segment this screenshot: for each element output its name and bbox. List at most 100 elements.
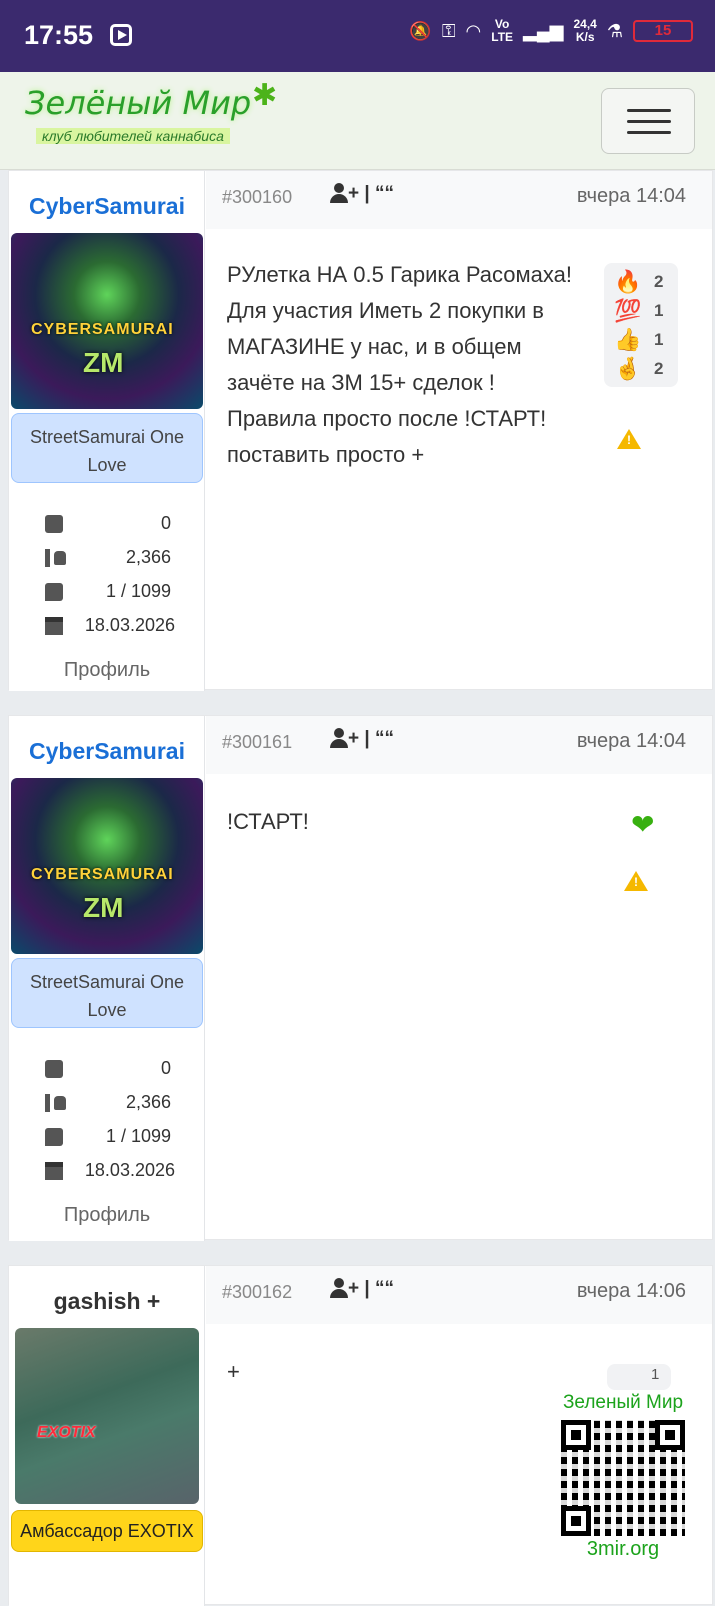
shopping-bag-icon <box>45 1060 63 1078</box>
stat-value: 0 <box>160 1058 171 1078</box>
post-body-text: !СТАРТ! <box>227 809 309 834</box>
stat-value: 18.03.2026 <box>84 1160 175 1180</box>
post-time: вчера 14:04 <box>576 185 686 207</box>
user-stats: 0 2,366 1 / 1099 18.03.2026 <box>45 511 175 647</box>
reactions-box: 🔥 2 💯 1 👍 1 🤞 2 <box>604 263 678 387</box>
avatar-caption: CYBERSAMURAI <box>31 321 174 338</box>
watermark-url: 3mir.org <box>586 1538 660 1560</box>
qr-finder-pattern <box>561 1506 591 1536</box>
report-warning-icon[interactable] <box>617 429 641 449</box>
thumbs-up-emoji-icon: 👍 <box>614 326 642 352</box>
post-time: вчера 14:06 <box>576 1280 686 1302</box>
author-avatar[interactable]: EXOTIX <box>15 1328 199 1504</box>
network-bottom-label: LTE <box>491 30 514 44</box>
post-author-panel: CyberSamurai CYBERSAMURAI ZM StreetSamur… <box>9 171 205 691</box>
stat-value: 1 / 1099 <box>105 1126 171 1146</box>
avatar-logo-text: ZM <box>83 347 124 378</box>
reaction-fire[interactable]: 🔥 2 <box>614 267 678 296</box>
avatar-caption: EXOTIX <box>37 1424 96 1441</box>
speed-unit: K/s <box>575 30 595 44</box>
site-logo-title[interactable]: Зелёный Мир <box>25 84 251 122</box>
wifi-icon: ◠ <box>465 20 482 41</box>
post-time: вчера 14:04 <box>576 730 686 752</box>
network-top-label: Vo <box>494 17 510 31</box>
author-username-link[interactable]: gashish + <box>9 1288 205 1315</box>
author-avatar[interactable]: CYBERSAMURAI ZM <box>11 778 203 954</box>
media-play-icon <box>110 24 132 46</box>
watermark-title: Зеленый Мир <box>562 1392 684 1413</box>
user-stats: 0 2,366 1 / 1099 18.03.2026 <box>45 1056 175 1192</box>
profile-link[interactable]: Профиль <box>9 1204 205 1227</box>
hamburger-icon-bar <box>627 109 671 112</box>
reaction-partial[interactable]: 1 <box>607 1364 671 1390</box>
stat-date: 18.03.2026 <box>45 613 175 647</box>
stat-likes: 2,366 <box>45 545 171 579</box>
stat-purchases: 0 <box>45 1056 171 1090</box>
author-avatar[interactable]: CYBERSAMURAI ZM <box>11 233 203 409</box>
post-actions: + | ““ <box>330 1278 394 1300</box>
stat-messages: 1 / 1099 <box>45 1124 171 1158</box>
avatar-logo-text: ZM <box>83 892 124 923</box>
report-warning-icon[interactable] <box>624 871 648 891</box>
site-watermark: Зеленый Мир 3mir.org <box>553 1392 693 1561</box>
post-header: #300162 + | ““ вчера 14:06 <box>206 1266 712 1324</box>
profile-link[interactable]: Профиль <box>9 659 205 682</box>
status-icons: 🔕 ⚿ ◠ Vo LTE ▂▄▆ 24,4 K/s ⚗ 15 <box>409 18 693 44</box>
crossed-fingers-icon: 🤞 <box>614 355 642 381</box>
post-actions-text[interactable]: + | ““ <box>348 728 394 749</box>
stat-value: 0 <box>160 513 171 533</box>
post-actions-text[interactable]: + | ““ <box>348 183 394 204</box>
post-actions: + | ““ <box>330 728 394 750</box>
battery-indicator: 15 <box>633 20 693 42</box>
stat-value: 1 / 1099 <box>105 581 171 601</box>
speed-value: 24,4 <box>573 17 597 31</box>
user-role-badge: Амбассадор EXOTIX <box>11 1510 203 1552</box>
hamburger-icon-bar <box>627 120 671 123</box>
reaction-thumbs-up[interactable]: 👍 1 <box>614 325 678 354</box>
post-number-link[interactable]: #300160 <box>222 187 292 208</box>
reaction-hundred[interactable]: 💯 1 <box>614 296 678 325</box>
user-role-badge: StreetSamurai One Love <box>11 958 203 1028</box>
thumbs-up-icon <box>45 549 66 567</box>
post-body-text: РУлетка НА 0.5 Гарика Расомаха! Для учас… <box>227 262 572 467</box>
fire-icon: 🔥 <box>614 268 642 294</box>
network-type: Vo LTE <box>491 18 513 44</box>
calendar-icon <box>45 1162 63 1180</box>
status-time: 17:55 <box>24 20 94 50</box>
heart-reaction-icon[interactable]: ❤ <box>631 808 654 841</box>
post-number-link[interactable]: #300162 <box>222 1282 292 1303</box>
reaction-count: 1 <box>654 300 664 320</box>
reaction-count: 2 <box>654 271 664 291</box>
comment-icon <box>45 1128 63 1146</box>
avatar-caption: CYBERSAMURAI <box>31 866 174 883</box>
author-username-link[interactable]: CyberSamurai <box>9 193 205 220</box>
forum-post: CyberSamurai CYBERSAMURAI ZM StreetSamur… <box>8 715 713 1241</box>
stat-value: 2,366 <box>125 1092 171 1112</box>
flask-icon: ⚗ <box>606 20 623 41</box>
site-logo-subtitle: клуб любителей каннабиса <box>36 128 230 144</box>
add-user-icon[interactable] <box>330 728 348 748</box>
hamburger-icon-bar <box>627 131 671 134</box>
shopping-bag-icon <box>45 515 63 533</box>
reaction-crossed-fingers[interactable]: 🤞 2 <box>614 354 678 383</box>
forum-post: CyberSamurai CYBERSAMURAI ZM StreetSamur… <box>8 170 713 691</box>
qr-code-icon <box>561 1420 685 1536</box>
cannabis-leaf-icon: ✱ <box>252 79 278 112</box>
qr-finder-pattern <box>655 1420 685 1450</box>
author-username-link[interactable]: CyberSamurai <box>9 738 205 765</box>
mute-notifications-icon: 🔕 <box>409 20 432 41</box>
reaction-count: 2 <box>654 358 664 378</box>
add-user-icon[interactable] <box>330 1278 348 1298</box>
system-status-bar: 17:55 🔕 ⚿ ◠ Vo LTE ▂▄▆ 24,4 K/s ⚗ 15 <box>0 0 715 72</box>
hamburger-menu-button[interactable] <box>601 88 695 154</box>
stat-value: 18.03.2026 <box>84 615 175 635</box>
stat-value: 2,366 <box>125 547 171 567</box>
post-author-panel: CyberSamurai CYBERSAMURAI ZM StreetSamur… <box>9 716 205 1241</box>
add-user-icon[interactable] <box>330 183 348 203</box>
post-header: #300160 + | ““ вчера 14:04 <box>206 171 712 229</box>
post-number-link[interactable]: #300161 <box>222 732 292 753</box>
stat-messages: 1 / 1099 <box>45 579 171 613</box>
stat-date: 18.03.2026 <box>45 1158 175 1192</box>
calendar-icon <box>45 617 63 635</box>
post-actions-text[interactable]: + | ““ <box>348 1278 394 1299</box>
